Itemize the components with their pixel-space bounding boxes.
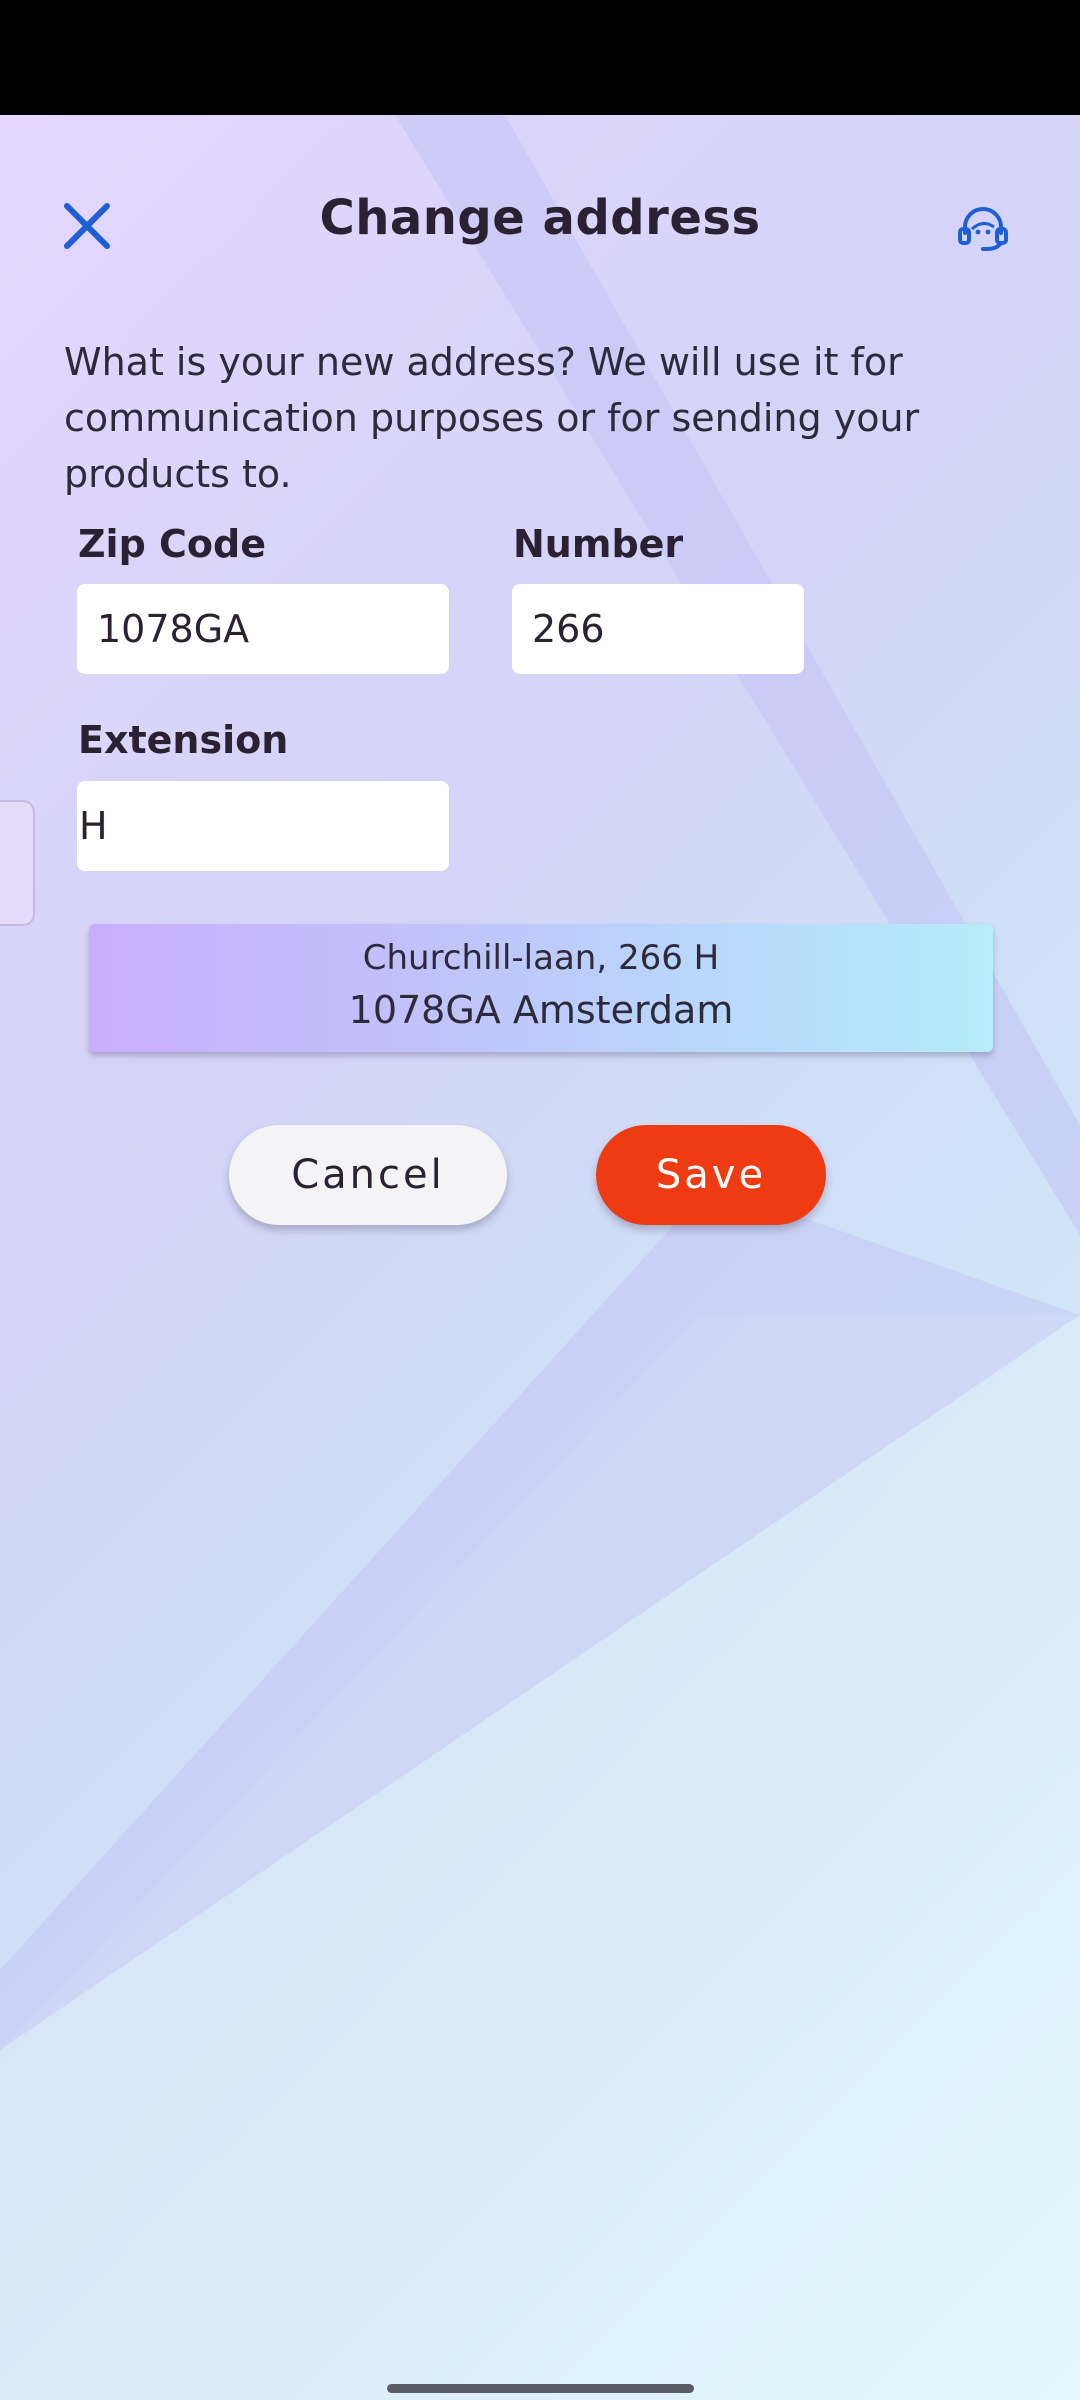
side-drawer-handle[interactable] xyxy=(0,800,35,926)
number-input[interactable]: 266 xyxy=(512,584,804,674)
page-title: Change address xyxy=(319,190,761,246)
intro-text: What is your new address? We will use it… xyxy=(64,340,920,496)
zip-code-input[interactable]: 1078GA xyxy=(77,584,449,674)
cancel-button[interactable]: Cancel xyxy=(229,1125,507,1225)
number-label: Number xyxy=(513,522,684,566)
address-line-city: 1078GA Amsterdam xyxy=(348,988,734,1032)
support-button[interactable] xyxy=(950,198,1016,258)
extension-input[interactable]: H xyxy=(77,781,449,871)
extension-label: Extension xyxy=(78,718,289,762)
headset-support-icon xyxy=(958,207,1008,251)
address-preview-card: Churchill-laan, 266 H 1078GA Amsterdam xyxy=(89,924,993,1052)
save-button[interactable]: Save xyxy=(596,1125,826,1225)
address-line-street: Churchill-laan, 266 H xyxy=(362,938,720,978)
status-bar xyxy=(0,0,1080,115)
zip-code-label: Zip Code xyxy=(78,522,266,566)
home-indicator[interactable] xyxy=(387,2384,694,2393)
